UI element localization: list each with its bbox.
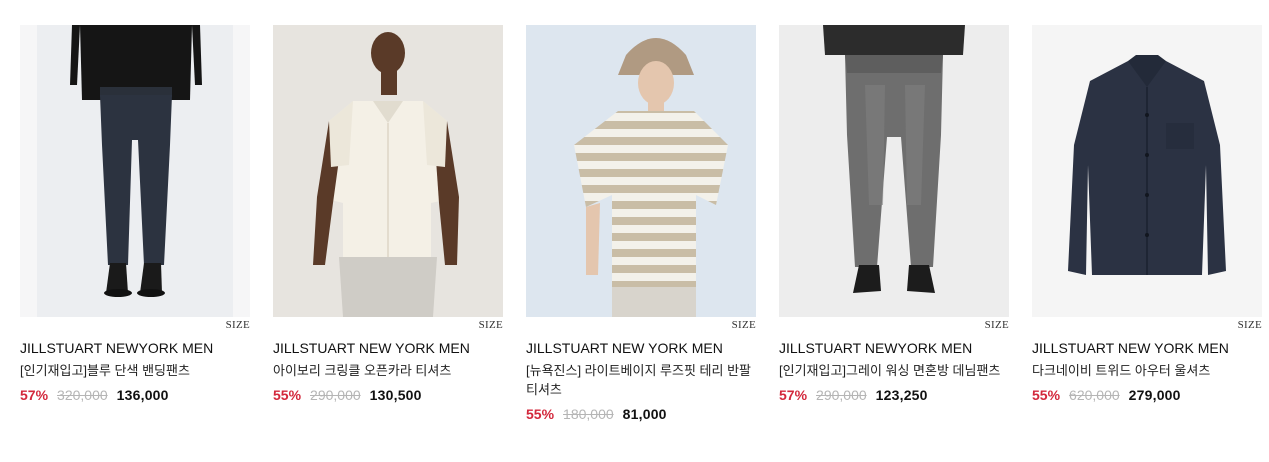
original-price: 620,000 (1069, 387, 1120, 403)
size-button[interactable]: SIZE (226, 319, 250, 331)
price-row: 55% 620,000 279,000 (1032, 387, 1262, 403)
original-price: 290,000 (310, 387, 361, 403)
model-navy-trousers-image (20, 25, 250, 317)
product-name[interactable]: [인기재입고]그레이 워싱 면혼방 데님팬츠 (779, 361, 1009, 380)
product-card[interactable]: SIZE JILLSTUART NEW YORK MEN 아이보리 크링클 오픈… (273, 25, 503, 422)
product-card[interactable]: SIZE JILLSTUART NEW YORK MEN 다크네이비 트위드 아… (1032, 25, 1262, 422)
discount-rate: 55% (273, 387, 302, 403)
product-brand: JILLSTUART NEWYORK MEN (20, 340, 214, 356)
model-ivory-shirt-image (273, 25, 503, 317)
sale-price: 123,250 (875, 387, 928, 403)
product-card[interactable]: SIZE JILLSTUART NEWYORK MEN [인기재입고]블루 단색… (20, 25, 250, 422)
product-image[interactable] (526, 25, 756, 317)
model-striped-tee-image (526, 25, 756, 317)
product-image[interactable] (273, 25, 503, 317)
product-card[interactable]: SIZE JILLSTUART NEWYORK MEN [인기재입고]그레이 워… (779, 25, 1009, 422)
discount-rate: 55% (526, 406, 555, 422)
product-image[interactable] (779, 25, 1009, 317)
product-brand: JILLSTUART NEWYORK MEN (779, 340, 973, 356)
size-button[interactable]: SIZE (985, 319, 1009, 331)
product-name[interactable]: [인기재입고]블루 단색 밴딩팬츠 (20, 361, 250, 380)
original-price: 180,000 (563, 406, 614, 422)
original-price: 290,000 (816, 387, 867, 403)
product-grid: SIZE JILLSTUART NEWYORK MEN [인기재입고]블루 단색… (20, 25, 1262, 422)
product-image[interactable] (20, 25, 250, 317)
product-name[interactable]: 아이보리 크링클 오픈카라 티셔츠 (273, 361, 503, 380)
size-button[interactable]: SIZE (479, 319, 503, 331)
discount-rate: 57% (779, 387, 808, 403)
model-grey-denim-image (779, 25, 1009, 317)
discount-rate: 55% (1032, 387, 1061, 403)
sale-price: 81,000 (622, 406, 667, 422)
price-row: 57% 290,000 123,250 (779, 387, 1009, 403)
price-row: 55% 180,000 81,000 (526, 406, 756, 422)
original-price: 320,000 (57, 387, 108, 403)
sale-price: 279,000 (1128, 387, 1181, 403)
product-name[interactable]: [뉴욕진스] 라이트베이지 루즈핏 테리 반팔 티셔츠 (526, 361, 756, 399)
product-brand: JILLSTUART NEW YORK MEN (273, 340, 470, 356)
sale-price: 136,000 (116, 387, 169, 403)
price-row: 57% 320,000 136,000 (20, 387, 250, 403)
size-button[interactable]: SIZE (732, 319, 756, 331)
product-image[interactable] (1032, 25, 1262, 317)
sale-price: 130,500 (369, 387, 422, 403)
product-brand: JILLSTUART NEW YORK MEN (526, 340, 723, 356)
product-card[interactable]: SIZE JILLSTUART NEW YORK MEN [뉴욕진스] 라이트베… (526, 25, 756, 422)
size-button[interactable]: SIZE (1238, 319, 1262, 331)
product-brand: JILLSTUART NEW YORK MEN (1032, 340, 1229, 356)
discount-rate: 57% (20, 387, 49, 403)
navy-tweed-jacket-image (1032, 25, 1262, 317)
product-name[interactable]: 다크네이비 트위드 아우터 울셔츠 (1032, 361, 1262, 380)
price-row: 55% 290,000 130,500 (273, 387, 503, 403)
